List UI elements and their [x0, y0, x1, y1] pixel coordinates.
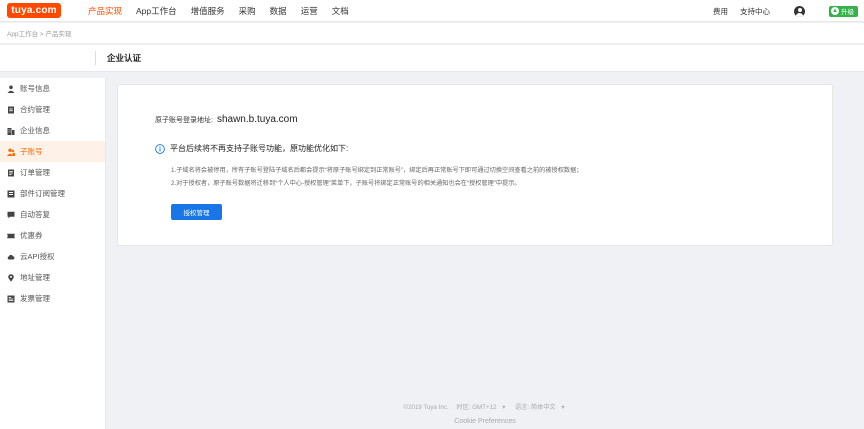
notice-text: 平台后续将不再支持子账号功能，原功能优化如下: — [170, 144, 349, 153]
sidebar-item-label: 部件订阅管理 — [20, 189, 65, 198]
sidebar-item-company-info[interactable]: 企业信息 — [0, 120, 105, 141]
user-icon — [7, 85, 15, 93]
location-icon — [7, 273, 15, 282]
info-icon — [155, 143, 165, 154]
sidebar-item-label: 订单管理 — [20, 168, 50, 177]
support-center-link[interactable]: 支持中心 — [740, 6, 770, 17]
tuya-logo[interactable]: tuya.com — [7, 3, 61, 18]
breadcrumb-text[interactable]: App工作台 > 产品实现 — [7, 28, 71, 38]
footer: ©2019 Tuya Inc. 时区: GMT+12 ▾ 语言: 简体中文 ▾ — [106, 402, 864, 411]
avatar[interactable] — [794, 5, 805, 17]
sidebar-item-label: 合约管理 — [20, 105, 50, 114]
top-right-actions: 费用 支持中心 ▲ 升级 — [701, 0, 858, 22]
chevron-down-icon: ▾ — [561, 404, 565, 411]
nav-item-value-added[interactable]: 增值服务 — [191, 5, 225, 17]
chevron-down-icon: ▾ — [502, 404, 506, 411]
timezone-label: 时区: GMT+12 — [456, 404, 497, 411]
footer-language[interactable]: 语言: 简体中文 ▾ — [513, 404, 566, 411]
order-icon — [7, 169, 15, 177]
sidebar-item-label: 优惠券 — [20, 231, 43, 240]
title-divider — [95, 51, 96, 65]
invoice-icon — [7, 295, 15, 303]
sub-account-notice-card: 原子账号登录地址: shawn.b.tuya.com 平台后续将不再支持子账号功… — [117, 84, 833, 246]
cookie-preferences-link[interactable]: Cookie Preferences — [106, 418, 864, 425]
page-title-bar: 企业认证 — [0, 45, 864, 72]
login-address-label: 原子账号登录地址: — [155, 117, 213, 124]
sidebar-item-invoice[interactable]: 发票管理 — [0, 288, 105, 309]
sidebar-item-label: 发票管理 — [20, 294, 50, 303]
contract-icon — [7, 106, 15, 114]
sidebar-item-address[interactable]: 地址管理 — [0, 267, 105, 288]
notice-row: 平台后续将不再支持子账号功能，原功能优化如下: — [155, 143, 348, 154]
nav-item-app-workbench[interactable]: App工作台 — [136, 5, 177, 17]
sidebar-item-contract[interactable]: 合约管理 — [0, 99, 105, 120]
main-nav: 产品实现 App工作台 增值服务 采购 数据 运营 文档 — [88, 0, 363, 22]
nav-item-operation[interactable]: 运营 — [301, 5, 318, 17]
login-address-row: 原子账号登录地址: shawn.b.tuya.com — [155, 114, 298, 125]
nav-item-purchase[interactable]: 采购 — [239, 5, 256, 17]
nav-item-product[interactable]: 产品实现 — [88, 5, 122, 17]
sidebar-item-auto-reply[interactable]: 自动答复 — [0, 204, 105, 225]
nav-item-data[interactable]: 数据 — [270, 5, 287, 17]
sidebar-item-account-info[interactable]: 账号信息 — [0, 78, 105, 99]
sidebar-item-orders[interactable]: 订单管理 — [0, 162, 105, 183]
top-navigation-bar: tuya.com 产品实现 App工作台 增值服务 采购 数据 运营 文档 费用… — [0, 0, 864, 22]
upgrade-label: 升级 — [841, 9, 854, 16]
breadcrumb: App工作台 > 产品实现 — [0, 23, 864, 44]
chat-icon — [7, 211, 15, 219]
sub-account-icon — [7, 148, 15, 156]
sidebar-item-label: 子账号 — [20, 147, 43, 156]
sidebar-item-label: 自动答复 — [20, 210, 50, 219]
notice-detail-2: 2.对于授权者，原子账号数据将迁移到“个人中心-授权管理”菜单下，子账号将绑定正… — [171, 180, 521, 187]
nav-item-docs[interactable]: 文档 — [332, 5, 349, 17]
sidebar-item-label: 云API授权 — [20, 252, 55, 261]
sidebar-item-label: 地址管理 — [20, 273, 50, 282]
sidebar-item-coupons[interactable]: 优惠券 — [0, 225, 105, 246]
sidebar-item-label: 企业信息 — [20, 126, 50, 135]
sidebar-item-cloud-api[interactable]: 云API授权 — [0, 246, 105, 267]
footer-timezone[interactable]: 时区: GMT+12 ▾ — [454, 404, 507, 411]
building-icon — [7, 127, 15, 135]
login-address-value: shawn.b.tuya.com — [216, 114, 298, 125]
sidebar-item-parts-subscription[interactable]: 部件订阅管理 — [0, 183, 105, 204]
subscription-icon — [7, 190, 15, 198]
page-title: 企业认证 — [107, 53, 142, 63]
notice-detail-1: 1.子域名将会被停用，所有子账号登陆子域名后都会提示“将原子账号绑定到正常账号”… — [171, 167, 583, 174]
sidebar-item-sub-account[interactable]: 子账号 — [0, 141, 105, 162]
upgrade-button[interactable]: ▲ 升级 — [829, 5, 858, 17]
sidebar: 账号信息 合约管理 企业信息 子账号 订单管理 部件订阅管理 自动答复 优惠券 … — [0, 78, 106, 429]
arrow-up-icon: ▲ — [831, 7, 839, 15]
language-label: 语言: 简体中文 — [515, 404, 556, 411]
footer-copyright: ©2019 Tuya Inc. — [403, 404, 449, 411]
coupon-icon — [7, 232, 15, 240]
sidebar-item-label: 账号信息 — [20, 84, 50, 93]
cloud-icon — [7, 253, 15, 261]
fees-link[interactable]: 费用 — [713, 6, 728, 17]
authorization-management-button[interactable]: 授权管理 — [171, 204, 222, 220]
